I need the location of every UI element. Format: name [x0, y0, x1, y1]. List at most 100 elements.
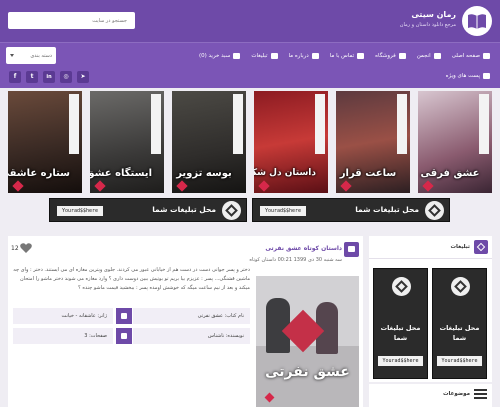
category-select[interactable]: دسته بندی — [6, 47, 56, 64]
cover-tag — [151, 94, 161, 154]
main-menu: دسته بندی صفحه اصلی انجمن فروشگاه تماس ب… — [0, 42, 500, 68]
tag-icon — [116, 308, 132, 324]
heart-icon — [12, 180, 24, 192]
post-title[interactable]: داستان کوتاه عشق نفرتی — [265, 245, 342, 252]
menu-item-label: صفحه اصلی — [451, 53, 480, 59]
ad-text: محل تبلیغات شما — [355, 205, 419, 214]
cover-card[interactable]: ساعت قرار — [336, 91, 410, 193]
cover-card[interactable]: عشق فرقی — [418, 91, 492, 193]
special-posts-label: پست های ویژه — [446, 73, 490, 79]
menu-item-contact[interactable]: تماس با ما — [329, 53, 365, 59]
linkedin-icon[interactable]: in — [43, 71, 55, 83]
heart-icon — [264, 392, 275, 403]
post-excerpt: دختر و پسر جوانی دست در دست هم از خیابان… — [13, 267, 250, 291]
menu-item-label: تماس با ما — [329, 53, 355, 59]
heart-icon — [258, 180, 270, 192]
home-icon — [483, 53, 490, 59]
ad-text: محل تبلیغات شما — [152, 205, 216, 214]
category-select-label: دسته بندی — [30, 52, 52, 59]
heart-icon — [94, 180, 106, 192]
menu-item-label: فروشگاه — [375, 53, 396, 59]
ad-text: محل تبلیغات شما — [380, 324, 421, 342]
megaphone-icon — [270, 53, 278, 59]
info-icon — [311, 53, 319, 59]
book-icon — [468, 14, 486, 29]
ad-code: Yourad$$here — [437, 356, 482, 366]
ad-text: محل تبلیغات شما — [439, 324, 480, 342]
divider — [369, 258, 492, 259]
heart-icon[interactable] — [20, 243, 32, 253]
menu-item-forum[interactable]: انجمن — [417, 53, 441, 59]
menu-item-label: انجمن — [416, 53, 431, 59]
menu-item-cart[interactable]: سبد خرید (0) — [199, 53, 241, 59]
ad-banner[interactable]: Yourad$$here محل تبلیغات شما — [49, 198, 247, 222]
cover-tag — [479, 94, 489, 154]
info-author: نویسنده: ناشناس — [133, 328, 250, 344]
user-icon — [116, 328, 132, 344]
chevron-down-icon — [10, 54, 14, 57]
cover-tag — [233, 94, 243, 154]
cover-tag — [397, 94, 407, 154]
list-icon — [483, 73, 490, 79]
post-image-title: عشق نفرتی — [265, 364, 350, 380]
cart-icon — [398, 53, 406, 59]
cover-card[interactable]: ایستگاه عشق — [90, 91, 164, 193]
site-header: رمان سیتی مرجع دانلود داستان و رمان — [0, 0, 500, 42]
heart-icon — [340, 180, 352, 192]
ad-code: Yourad$$here — [57, 206, 103, 216]
facebook-icon[interactable]: f — [9, 71, 21, 83]
cover-card[interactable]: بوسه تزویر — [172, 91, 246, 193]
ad-code: Yourad$$here — [260, 206, 306, 216]
ad-banner[interactable]: Yourad$$here محل تبلیغات شما — [252, 198, 450, 222]
heart-icon — [176, 180, 188, 192]
heart-icon — [422, 180, 434, 192]
featured-covers: عشق فرقی ساعت قرار داستان دل شکسته بوسه … — [8, 91, 492, 193]
cover-card[interactable]: ستاره عاشقی — [8, 91, 82, 193]
menu-item-label: تبلیغات — [251, 53, 268, 59]
diamond-icon — [222, 201, 241, 220]
info-pages: صفحات: 3 — [13, 328, 113, 344]
diamond-icon — [392, 277, 411, 296]
vertical-ad[interactable]: محل تبلیغات شما Yourad$$here — [373, 268, 428, 379]
diamond-icon — [425, 201, 444, 220]
ad-code: Yourad$$here — [378, 356, 423, 366]
cover-title: ایستگاه عشق — [90, 168, 152, 179]
basket-icon — [233, 53, 241, 59]
search-input[interactable] — [8, 12, 135, 29]
site-title[interactable]: رمان سیتی — [411, 10, 456, 19]
site-subtitle: مرجع دانلود داستان و رمان — [399, 22, 456, 28]
sidebar-ads-title: تبلیغات — [450, 244, 471, 250]
cover-title: ساعت قرار — [339, 168, 397, 179]
cover-tag — [315, 94, 325, 154]
cover-title: داستان دل شکسته — [254, 168, 316, 179]
telegram-icon[interactable]: ➤ — [77, 71, 89, 83]
twitter-icon[interactable]: t — [26, 71, 38, 83]
diamond-icon — [474, 240, 488, 254]
forum-icon — [433, 53, 441, 59]
cover-card[interactable]: داستان دل شکسته — [254, 91, 328, 193]
cover-title: عشق فرقی — [420, 168, 480, 179]
instagram-icon[interactable]: ◎ — [60, 71, 72, 83]
list-icon — [474, 389, 487, 401]
sidebar-topics-title: موضوعات — [443, 391, 470, 397]
menu-item-about[interactable]: درباره ما — [289, 53, 319, 59]
special-posts-text: پست های ویژه — [445, 73, 480, 79]
post-meta: سه شنبه 30 دی 1399 00:21 داستان کوتاه — [249, 257, 342, 263]
cover-title: بوسه تزویر — [176, 168, 232, 179]
menu-item-ads[interactable]: تبلیغات — [251, 53, 278, 59]
search-box[interactable] — [8, 12, 135, 29]
post-image[interactable]: عشق نفرتی — [256, 276, 359, 407]
menu-item-shop[interactable]: فروشگاه — [375, 53, 406, 59]
vertical-ad[interactable]: محل تبلیغات شما Yourad$$here — [432, 268, 487, 379]
info-genre: ژانر: عاشقانه - خیانت — [13, 308, 113, 324]
site-logo[interactable] — [462, 6, 492, 36]
menu-item-label: درباره ما — [288, 53, 309, 59]
cover-tag — [69, 94, 79, 154]
cover-title: ستاره عاشقی — [8, 168, 70, 179]
envelope-icon — [357, 53, 365, 59]
menu-item-home[interactable]: صفحه اصلی — [452, 53, 490, 59]
social-bar: f t in ◎ ➤ پست های ویژه — [0, 68, 500, 88]
info-book-name: نام کتاب: عشق نفرتی — [133, 308, 250, 324]
menu-item-label: سبد خرید (0) — [199, 53, 231, 59]
book-icon — [344, 242, 359, 257]
